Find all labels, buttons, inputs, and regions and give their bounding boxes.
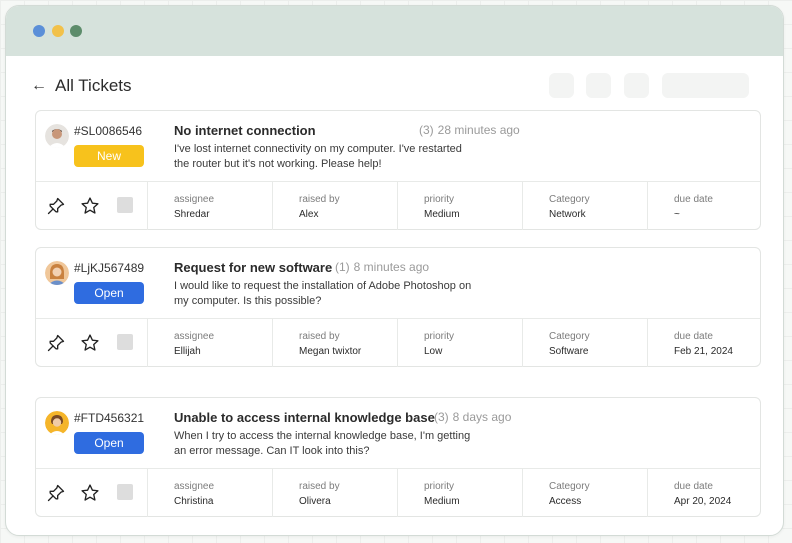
- ticket-card[interactable]: #SL0086546 New No internet connection (3…: [35, 110, 761, 230]
- toolbar-button-1[interactable]: [549, 73, 574, 98]
- back-arrow-icon[interactable]: ←: [31, 76, 47, 96]
- due-date-field: due date Apr 20, 2024: [647, 469, 761, 517]
- ticket-details: assignee Ellijah raised by Megan twixtor…: [36, 318, 760, 367]
- window-control-green[interactable]: [70, 25, 82, 37]
- select-checkbox[interactable]: [117, 484, 133, 500]
- toolbar-button-3[interactable]: [624, 73, 649, 98]
- assignee-field: assignee Ellijah: [147, 319, 272, 367]
- raised-by-label: raised by: [299, 194, 340, 205]
- raised-by-value: Megan twixtor: [299, 346, 362, 357]
- select-checkbox[interactable]: [117, 197, 133, 213]
- assignee-label: assignee: [174, 194, 215, 205]
- raised-by-value: Alex: [299, 209, 319, 220]
- comment-count: (3): [419, 123, 434, 137]
- due-date-field: due date Feb 21, 2024: [647, 319, 761, 367]
- ticket-time: 28 minutes ago: [437, 123, 520, 137]
- priority-field: priority Low: [397, 319, 522, 367]
- raised-by-field: raised by Olivera: [272, 469, 397, 517]
- assignee-label: assignee: [174, 481, 215, 492]
- ticket-description: I've lost internet connectivity on my co…: [174, 143, 462, 170]
- avatar: [45, 124, 69, 148]
- ticket-description: When I try to access the internal knowle…: [174, 430, 471, 457]
- raised-by-field: raised by Megan twixtor: [272, 319, 397, 367]
- category-value: Software: [549, 346, 589, 357]
- assignee-value: Shredar: [174, 209, 210, 220]
- ticket-meta: (3) 8 days ago: [434, 410, 511, 424]
- priority-field: priority Medium: [397, 469, 522, 517]
- star-icon[interactable]: [79, 195, 101, 217]
- priority-label: priority: [424, 194, 455, 205]
- ticket-id: #LjKJ567489: [74, 261, 145, 275]
- comment-count: (1): [335, 260, 350, 274]
- assignee-field: assignee Christina: [147, 469, 272, 517]
- ticket-time: 8 minutes ago: [353, 260, 430, 274]
- category-label: Category: [549, 331, 590, 342]
- ticket-details: assignee Christina raised by Olivera pri…: [36, 468, 760, 517]
- category-field: Category Software: [522, 319, 647, 367]
- pin-icon[interactable]: [45, 482, 67, 504]
- due-date-label: due date: [674, 194, 713, 205]
- category-field: Category Network: [522, 182, 647, 230]
- due-date-label: due date: [674, 481, 713, 492]
- category-field: Category Access: [522, 469, 647, 517]
- ticket-card[interactable]: #FTD456321 Open Unable to access interna…: [35, 397, 761, 517]
- category-label: Category: [549, 481, 590, 492]
- ticket-title[interactable]: No internet connection: [174, 123, 316, 138]
- ticket-summary: #SL0086546 New No internet connection (3…: [36, 111, 760, 181]
- ticket-card[interactable]: #LjKJ567489 Open Request for new softwar…: [35, 247, 761, 367]
- ticket-time: 8 days ago: [452, 410, 512, 424]
- ticket-summary: #LjKJ567489 Open Request for new softwar…: [36, 248, 760, 318]
- priority-field: priority Medium: [397, 182, 522, 230]
- page-title: All Tickets: [55, 76, 132, 95]
- status-badge[interactable]: Open: [74, 432, 144, 454]
- priority-value: Medium: [424, 209, 460, 220]
- window-control-yellow[interactable]: [52, 25, 64, 37]
- star-icon[interactable]: [79, 332, 101, 354]
- toolbar-search-placeholder[interactable]: [662, 73, 749, 98]
- page-header: ← All Tickets: [31, 76, 132, 96]
- window-control-blue[interactable]: [33, 25, 45, 37]
- ticket-meta: (1) 8 minutes ago: [335, 260, 429, 274]
- toolbar-button-2[interactable]: [586, 73, 611, 98]
- priority-label: priority: [424, 331, 455, 342]
- due-date-label: due date: [674, 331, 713, 342]
- comment-count: (3): [434, 410, 449, 424]
- ticket-description: I would like to request the installation…: [174, 280, 472, 307]
- priority-value: Low: [424, 346, 443, 357]
- assignee-value: Ellijah: [174, 346, 201, 357]
- ticket-id: #SL0086546: [74, 124, 143, 138]
- raised-by-field: raised by Alex: [272, 182, 397, 230]
- due-date-value: ~: [674, 209, 680, 220]
- raised-by-label: raised by: [299, 331, 340, 342]
- ticket-title[interactable]: Request for new software: [174, 260, 332, 275]
- priority-label: priority: [424, 481, 455, 492]
- raised-by-label: raised by: [299, 481, 340, 492]
- pin-icon[interactable]: [45, 195, 67, 217]
- avatar: [45, 261, 69, 285]
- window-titlebar: [6, 6, 783, 56]
- priority-value: Medium: [424, 496, 460, 507]
- avatar: [45, 411, 69, 435]
- raised-by-value: Olivera: [299, 496, 331, 507]
- ticket-summary: #FTD456321 Open Unable to access interna…: [36, 398, 760, 468]
- due-date-field: due date ~: [647, 182, 761, 230]
- due-date-value: Apr 20, 2024: [674, 496, 732, 507]
- category-label: Category: [549, 194, 590, 205]
- due-date-value: Feb 21, 2024: [674, 346, 733, 357]
- status-badge[interactable]: Open: [74, 282, 144, 304]
- select-checkbox[interactable]: [117, 334, 133, 350]
- ticket-id: #FTD456321: [74, 411, 145, 425]
- pin-icon[interactable]: [45, 332, 67, 354]
- category-value: Network: [549, 209, 586, 220]
- ticket-title[interactable]: Unable to access internal knowledge base: [174, 410, 435, 425]
- app-window: ← All Tickets #SL0086546 New No internet…: [5, 5, 784, 536]
- assignee-value: Christina: [174, 496, 214, 507]
- star-icon[interactable]: [79, 482, 101, 504]
- ticket-details: assignee Shredar raised by Alex priority…: [36, 181, 760, 230]
- ticket-meta: (3) 28 minutes ago: [419, 123, 520, 137]
- status-badge[interactable]: New: [74, 145, 144, 167]
- category-value: Access: [549, 496, 582, 507]
- assignee-label: assignee: [174, 331, 215, 342]
- assignee-field: assignee Shredar: [147, 182, 272, 230]
